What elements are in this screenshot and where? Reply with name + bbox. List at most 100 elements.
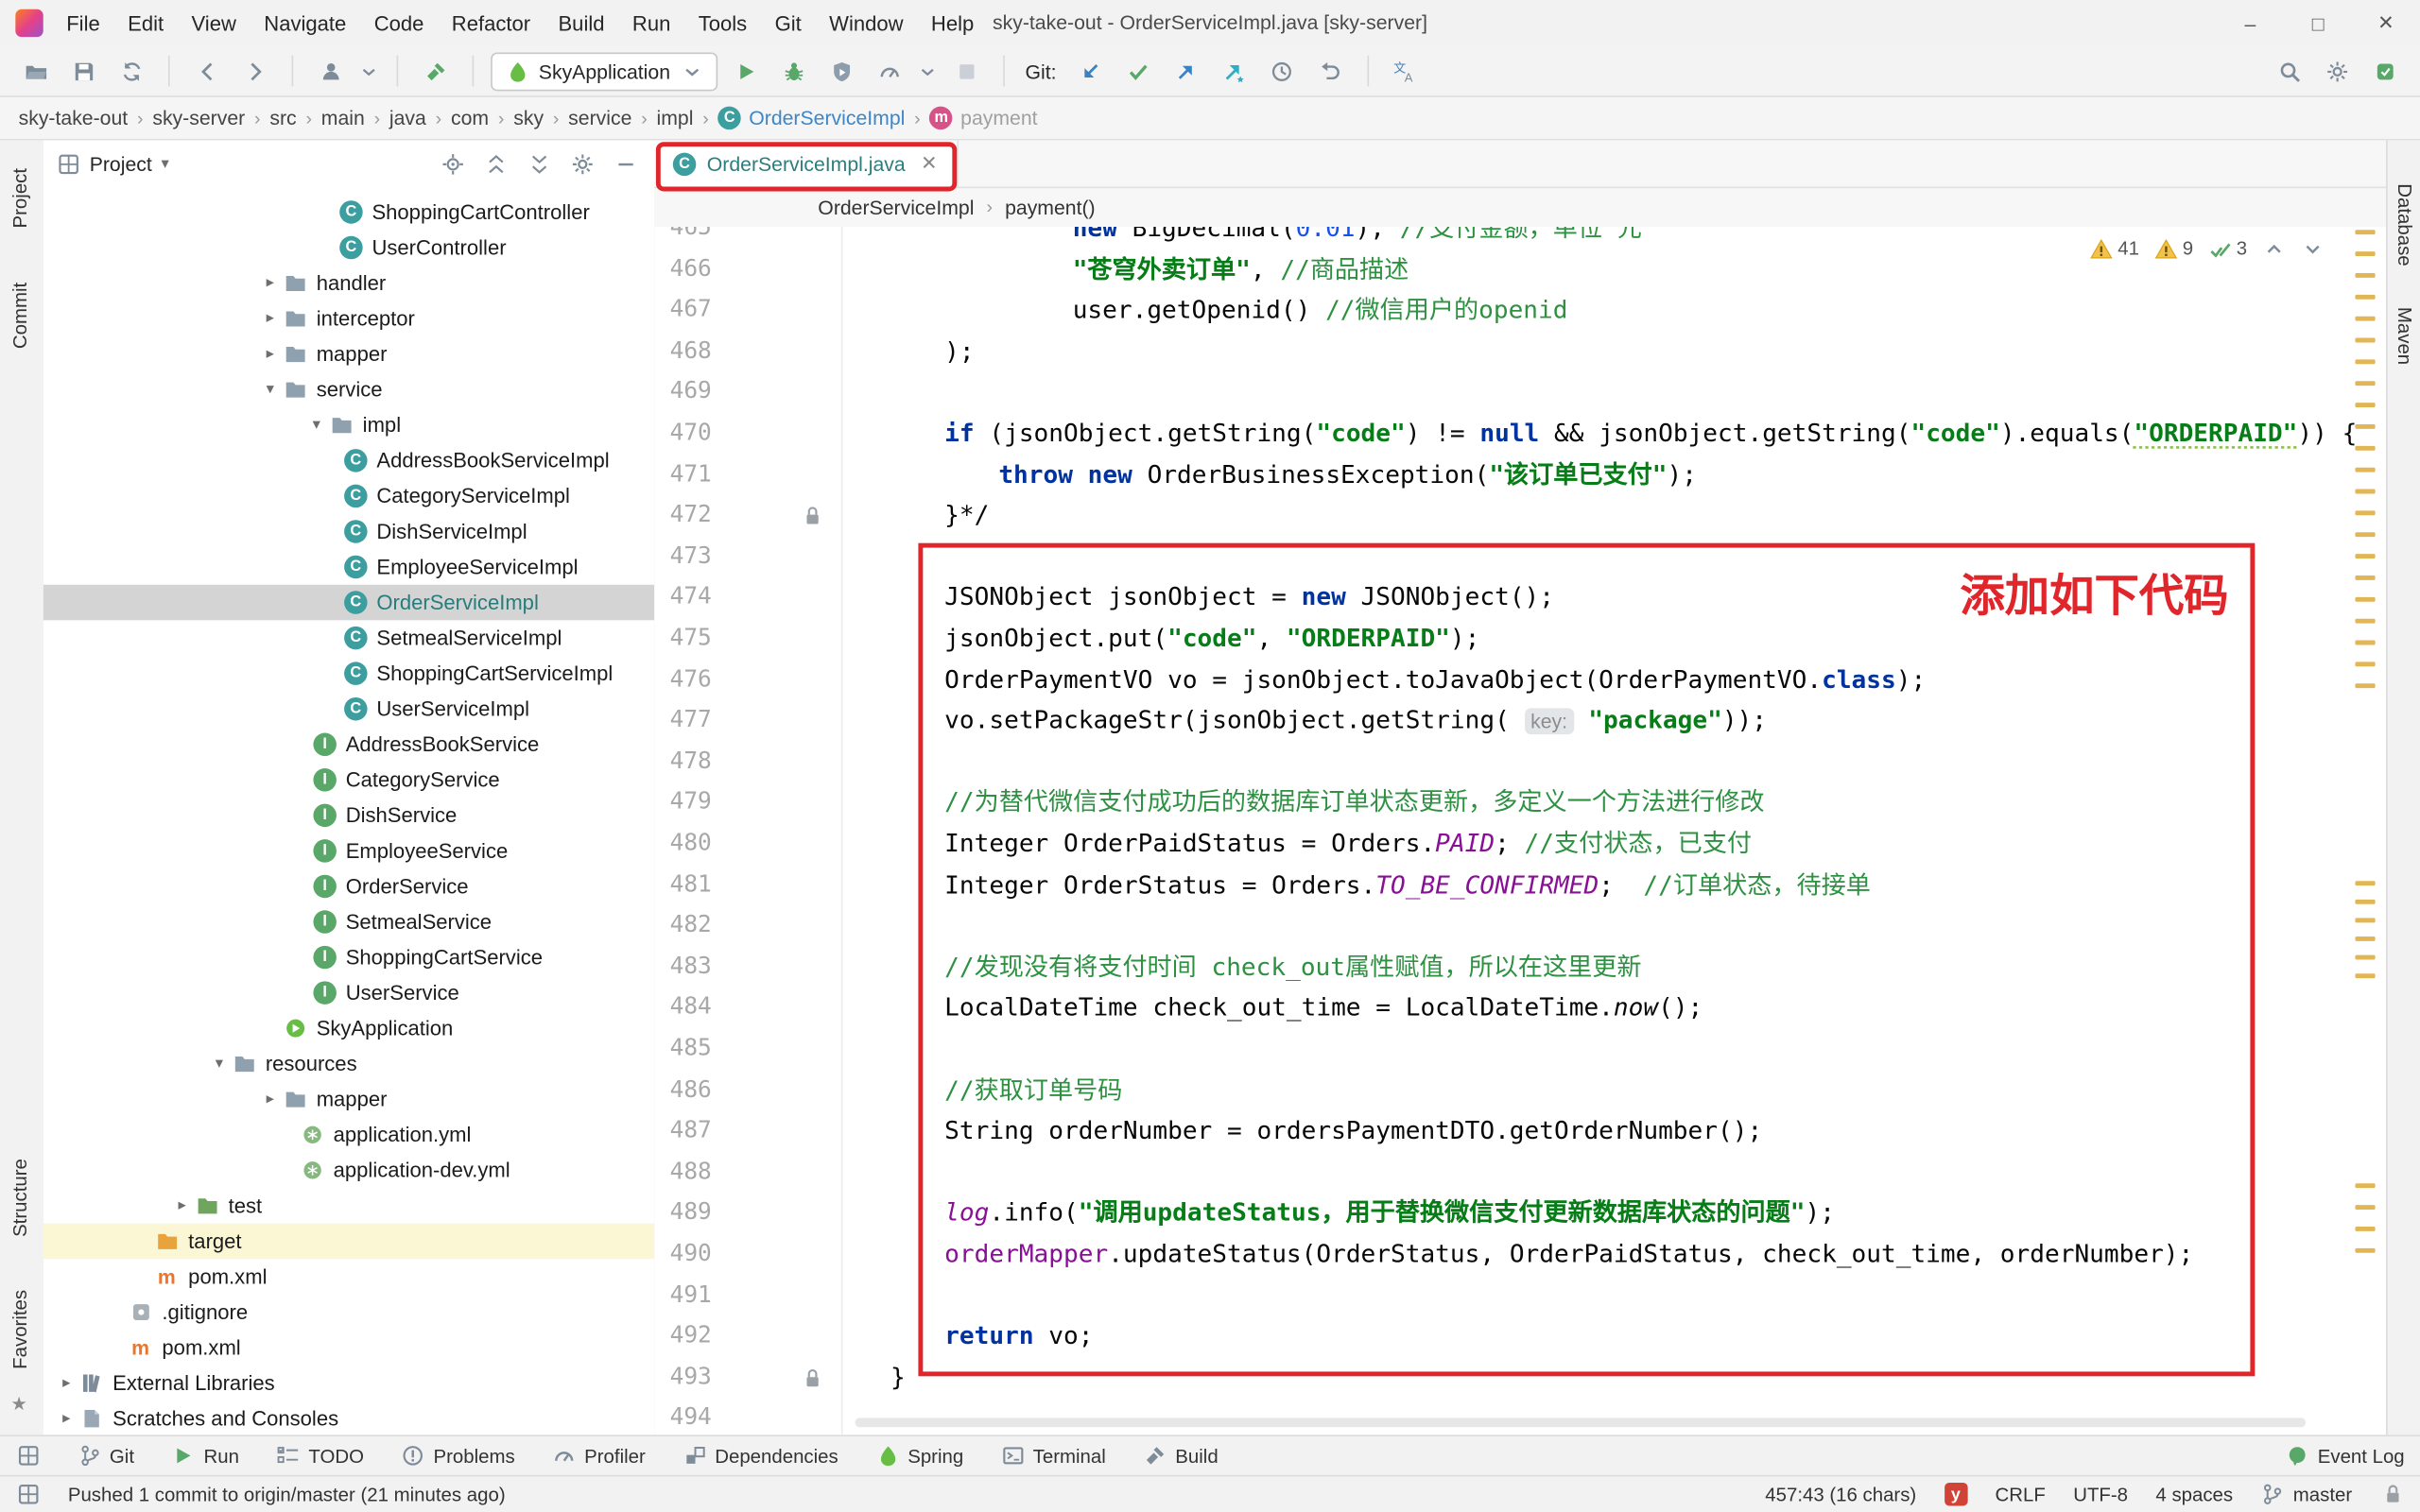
caret-position[interactable]: 457:43 (16 chars) xyxy=(1765,1484,1916,1505)
git-push-button[interactable] xyxy=(1166,53,1205,90)
code-line-492[interactable]: 492return vo; xyxy=(654,1314,2371,1356)
code-line-494[interactable]: 494 xyxy=(654,1397,2371,1435)
coverage-button[interactable] xyxy=(821,53,861,90)
code-line-482[interactable]: 482 xyxy=(654,904,2371,946)
tree-item-employeeserviceimpl[interactable]: CEmployeeServiceImpl xyxy=(43,549,655,585)
forward-button[interactable] xyxy=(234,53,274,90)
indent-indicator[interactable]: 4 spaces xyxy=(2155,1484,2233,1505)
tree-item-external libraries[interactable]: ▸External Libraries xyxy=(43,1366,655,1401)
chevron-right-icon[interactable]: ▸ xyxy=(54,1375,78,1392)
tree-item-userservice[interactable]: IUserService xyxy=(43,975,655,1011)
code-line-468[interactable]: 468); xyxy=(654,330,2371,371)
tree-item-service[interactable]: ▾service xyxy=(43,371,655,407)
close-button[interactable]: ✕ xyxy=(2352,0,2420,46)
crumb-class[interactable]: OrderServiceImpl xyxy=(818,196,974,218)
minimize-button[interactable]: – xyxy=(2216,0,2284,46)
chevron-down-icon[interactable]: ▾ xyxy=(304,417,329,434)
breadcrumb-item-sky-server[interactable]: sky-server xyxy=(152,107,245,129)
prev-warning-icon[interactable] xyxy=(2261,236,2286,261)
git-history-button[interactable] xyxy=(1262,53,1302,90)
menu-view[interactable]: View xyxy=(178,7,251,39)
locate-file-button[interactable] xyxy=(435,147,469,181)
tree-item-setmealserviceimpl[interactable]: CSetmealServiceImpl xyxy=(43,620,655,656)
chevron-down-icon[interactable] xyxy=(358,53,380,90)
chevron-right-icon[interactable]: ▸ xyxy=(258,346,283,363)
code-line-487[interactable]: 487String orderNumber = ordersPaymentDTO… xyxy=(654,1109,2371,1151)
ide-features-button[interactable] xyxy=(2364,53,2404,90)
code-line-471[interactable]: 471throw new OrderBusinessException("该订单… xyxy=(654,453,2371,494)
chevron-down-icon[interactable]: ▾ xyxy=(258,381,283,398)
toolwindow-build[interactable]: Build xyxy=(1143,1443,1219,1468)
breadcrumb-item-impl[interactable]: impl xyxy=(657,107,694,129)
tree-item-application-dev.yml[interactable]: application-dev.yml xyxy=(43,1153,655,1189)
tree-item-interceptor[interactable]: ▸interceptor xyxy=(43,301,655,336)
run-button[interactable] xyxy=(726,53,766,90)
toolwindow-dependencies[interactable]: Dependencies xyxy=(683,1443,838,1468)
tree-item-shoppingcartcontroller[interactable]: CShoppingCartController xyxy=(43,195,655,231)
sync-button[interactable] xyxy=(112,53,151,90)
tree-item-userserviceimpl[interactable]: CUserServiceImpl xyxy=(43,691,655,727)
tree-item-categoryservice[interactable]: ICategoryService xyxy=(43,763,655,799)
breadcrumb-item-com[interactable]: com xyxy=(451,107,489,129)
toolwindow-profiler[interactable]: Profiler xyxy=(552,1443,646,1468)
panel-settings-button[interactable] xyxy=(565,147,599,181)
toolwindow-run[interactable]: Run xyxy=(171,1443,239,1468)
tree-item-mapper[interactable]: ▸mapper xyxy=(43,1081,655,1117)
tree-item-categoryserviceimpl[interactable]: CCategoryServiceImpl xyxy=(43,478,655,514)
code-line-489[interactable]: 489log.info("调用updateStatus，用于替换微信支付更新数据… xyxy=(654,1192,2371,1233)
chevron-right-icon[interactable]: ▸ xyxy=(258,310,283,327)
menu-run[interactable]: Run xyxy=(618,7,684,39)
code-line-488[interactable]: 488 xyxy=(654,1151,2371,1193)
chevron-right-icon[interactable]: ▸ xyxy=(258,275,283,292)
tree-item-target[interactable]: target xyxy=(43,1224,655,1260)
tree-item-mapper[interactable]: ▸mapper xyxy=(43,336,655,372)
expand-all-button[interactable] xyxy=(478,147,512,181)
back-button[interactable] xyxy=(187,53,227,90)
maximize-button[interactable]: □ xyxy=(2284,0,2352,46)
breadcrumb-item-orderserviceimpl[interactable]: COrderServiceImpl xyxy=(718,107,906,129)
translate-button[interactable]: 文A xyxy=(1385,53,1425,90)
code-line-480[interactable]: 480Integer OrderPaidStatus = Orders.PAID… xyxy=(654,822,2371,864)
git-update-button[interactable] xyxy=(1070,53,1110,90)
chevron-right-icon[interactable]: ▸ xyxy=(258,1091,283,1108)
tree-item-shoppingcartserviceimpl[interactable]: CShoppingCartServiceImpl xyxy=(43,656,655,692)
line-ending-indicator[interactable]: CRLF xyxy=(1996,1484,2046,1505)
tree-item-addressbookservice[interactable]: IAddressBookService xyxy=(43,727,655,763)
code-line-483[interactable]: 483//发现没有将支付时间 check_out属性赋值，所以在这里更新 xyxy=(654,945,2371,987)
status-grid-icon[interactable] xyxy=(15,1482,40,1506)
crumb-method[interactable]: payment() xyxy=(1005,196,1096,218)
menu-build[interactable]: Build xyxy=(544,7,618,39)
tree-item-test[interactable]: ▸test xyxy=(43,1188,655,1224)
code-line-493[interactable]: 493} xyxy=(654,1356,2371,1398)
tool-stripe-favorites[interactable]: Favorites xyxy=(9,1290,31,1369)
build-project-button[interactable] xyxy=(415,53,455,90)
tree-item-orderservice[interactable]: IOrderService xyxy=(43,868,655,904)
menu-refactor[interactable]: Refactor xyxy=(438,7,544,39)
breadcrumb-item-sky[interactable]: sky xyxy=(513,107,544,129)
toolwindow-spring[interactable]: Spring xyxy=(875,1443,963,1468)
tree-item-orderserviceimpl[interactable]: COrderServiceImpl xyxy=(43,585,655,621)
inspection-plugin-icon[interactable]: y xyxy=(1945,1483,1967,1505)
chevron-down-icon[interactable]: ▾ xyxy=(162,156,169,173)
code-line-467[interactable]: 467user.getOpenid() //微信用户的openid xyxy=(654,289,2371,331)
collapse-all-button[interactable] xyxy=(522,147,556,181)
next-warning-icon[interactable] xyxy=(2300,236,2325,261)
tree-item-pom.xml[interactable]: mpom.xml xyxy=(43,1330,655,1366)
chevron-right-icon[interactable]: ▸ xyxy=(54,1410,78,1427)
toolwindow-terminal[interactable]: Terminal xyxy=(1000,1443,1105,1468)
menu-edit[interactable]: Edit xyxy=(113,7,177,39)
close-tab-icon[interactable]: ✕ xyxy=(921,151,938,176)
tree-item-application.yml[interactable]: application.yml xyxy=(43,1117,655,1153)
menu-file[interactable]: File xyxy=(53,7,114,39)
toolwindow-event-log[interactable]: Event Log xyxy=(2285,1443,2404,1468)
tree-item-setmealservice[interactable]: ISetmealService xyxy=(43,904,655,940)
tab-orderserviceimpl[interactable]: C OrderServiceImpl.java ✕ xyxy=(654,141,958,187)
breadcrumb-item-sky-take-out[interactable]: sky-take-out xyxy=(19,107,129,129)
tree-item-dishservice[interactable]: IDishService xyxy=(43,798,655,833)
inspection-typo[interactable]: 3 xyxy=(2207,236,2247,261)
run-config-selector[interactable]: SkyApplication xyxy=(491,52,717,91)
menu-git[interactable]: Git xyxy=(761,7,816,39)
code-line-486[interactable]: 486//获取订单号码 xyxy=(654,1069,2371,1110)
tree-item-pom.xml[interactable]: mpom.xml xyxy=(43,1259,655,1295)
encoding-indicator[interactable]: UTF-8 xyxy=(2073,1484,2128,1505)
